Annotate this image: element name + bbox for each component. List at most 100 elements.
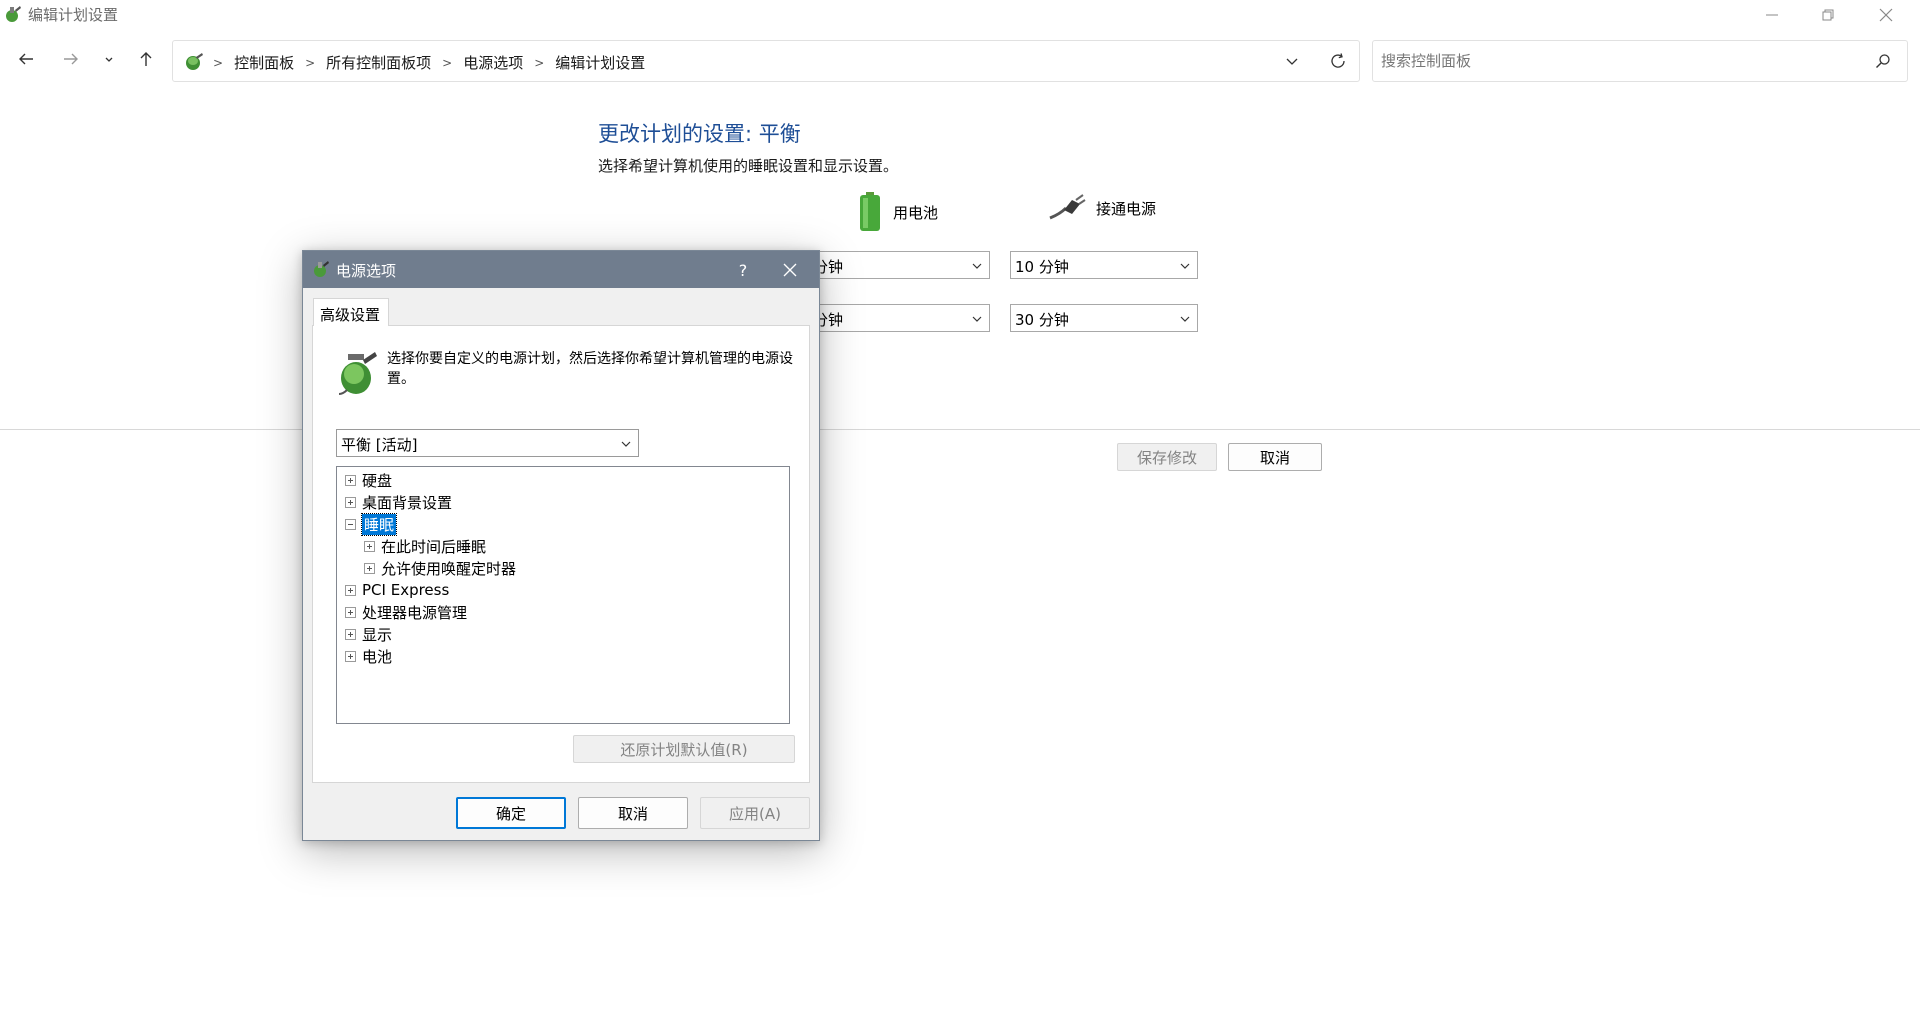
control-panel-icon (186, 53, 203, 70)
expand-icon[interactable] (345, 496, 356, 508)
tree-item-label: PCI Express (362, 581, 450, 599)
ok-button[interactable]: 确定 (456, 797, 566, 829)
dialog-title: 电源选项 (336, 262, 397, 280)
search-input[interactable] (1381, 50, 1861, 72)
power-plan-select[interactable]: 平衡 [活动] (336, 429, 639, 457)
close-icon (1879, 8, 1893, 22)
divider (0, 429, 1920, 430)
expand-icon[interactable] (345, 606, 356, 618)
select-value: 30 分钟 (1015, 311, 1069, 329)
breadcrumb-control-panel[interactable]: 控制面板 (234, 52, 294, 73)
cancel-button[interactable]: 取消 (1228, 443, 1322, 471)
tree-item-processor-power[interactable]: 处理器电源管理 (337, 601, 789, 623)
restore-button[interactable] (1800, 0, 1856, 30)
up-button[interactable] (133, 46, 159, 72)
dialog-title-bar[interactable]: 电源选项 ? (303, 251, 819, 288)
breadcrumb-separator: > (534, 55, 545, 70)
panel-description: 选择你要自定义的电源计划，然后选择你希望计算机管理的电源设置。 (387, 351, 793, 387)
expand-icon[interactable] (345, 650, 356, 662)
battery-icon (860, 192, 880, 231)
tree-item-label: 允许使用唤醒定时器 (381, 559, 517, 578)
tree-item-label: 睡眠 (360, 512, 398, 536)
expand-icon[interactable] (345, 474, 356, 486)
search-icon[interactable] (1875, 53, 1891, 69)
breadcrumb-separator: > (442, 55, 453, 70)
plugged-column-label: 接通电源 (1096, 199, 1157, 218)
close-icon (783, 263, 797, 277)
dialog-cancel-button[interactable]: 取消 (578, 797, 688, 829)
chevron-down-icon (1180, 316, 1190, 322)
tree-item-label: 处理器电源管理 (362, 603, 468, 622)
recent-locations-button[interactable] (96, 46, 122, 72)
sleep-plugged-select[interactable]: 30 分钟 (1010, 304, 1198, 332)
page-title: 更改计划的设置: 平衡 (598, 122, 801, 146)
chevron-down-icon (621, 441, 631, 447)
forward-button[interactable] (58, 46, 84, 72)
save-changes-button[interactable]: 保存修改 (1117, 443, 1217, 471)
display-off-battery-select[interactable]: 分钟 (808, 251, 990, 279)
arrow-right-icon (64, 53, 78, 65)
arrow-up-icon (140, 52, 152, 66)
breadcrumb-all-items[interactable]: 所有控制面板项 (326, 52, 431, 73)
control-panel-window: 编辑计划设置 > 控制面板 > 所有控制面板项 > 电源选项 > 编辑计划设置 … (0, 0, 1920, 1020)
tree-item-label: 电池 (362, 647, 393, 666)
breadcrumb-edit-plan[interactable]: 编辑计划设置 (555, 52, 645, 73)
expand-icon[interactable] (364, 540, 375, 552)
address-bar[interactable]: > 控制面板 > 所有控制面板项 > 电源选项 > 编辑计划设置 (172, 40, 1360, 82)
power-options-icon (314, 261, 329, 277)
back-button[interactable] (13, 46, 39, 72)
help-button[interactable]: ? (723, 256, 763, 284)
breadcrumb-separator: > (305, 55, 316, 70)
title-bar: 编辑计划设置 (0, 0, 1920, 30)
tab-advanced-settings[interactable]: 高级设置 (313, 298, 389, 326)
chevron-down-icon (972, 316, 982, 322)
expand-icon[interactable] (345, 584, 356, 596)
power-options-dialog: 电源选项 ? 高级设置 选择你要自定义的电源计划，然后选择你希望计算机管理的电源… (302, 250, 820, 841)
breadcrumb-power-options[interactable]: 电源选项 (463, 52, 523, 73)
advanced-settings-panel: 选择你要自定义的电源计划，然后选择你希望计算机管理的电源设置。 平衡 [活动] … (312, 325, 810, 783)
restore-defaults-button[interactable]: 还原计划默认值(R) (573, 735, 795, 763)
chevron-down-icon (972, 263, 982, 269)
plugged-column-header: 接通电源 (1046, 192, 1156, 224)
tree-item-label: 显示 (362, 625, 393, 644)
power-plug-icon (1049, 194, 1086, 220)
search-box[interactable] (1372, 40, 1908, 82)
battery-column-label: 用电池 (893, 203, 939, 222)
tree-item-wake-timers[interactable]: 允许使用唤醒定时器 (337, 557, 789, 579)
settings-tree[interactable]: 硬盘 桌面背景设置 睡眠 在此时间后睡眠 允许使用唤醒定时器 PCI Expre… (336, 466, 790, 724)
tree-item-hard-disk[interactable]: 硬盘 (337, 469, 789, 491)
apply-button[interactable]: 应用(A) (700, 797, 810, 829)
expand-icon[interactable] (345, 628, 356, 640)
chevron-down-icon (1180, 263, 1190, 269)
collapse-icon[interactable] (345, 518, 356, 530)
tree-item-display[interactable]: 显示 (337, 623, 789, 645)
select-value: 平衡 [活动] (341, 436, 418, 454)
sleep-battery-select[interactable]: 分钟 (808, 304, 990, 332)
breadcrumb-separator: > (213, 55, 224, 70)
expand-icon[interactable] (364, 562, 375, 574)
refresh-icon[interactable] (1329, 52, 1347, 70)
tree-item-desktop-background[interactable]: 桌面背景设置 (337, 491, 789, 513)
chevron-down-icon (105, 57, 113, 62)
close-button[interactable] (1858, 0, 1914, 30)
address-dropdown-icon[interactable] (1283, 52, 1301, 70)
breadcrumb: > 控制面板 > 所有控制面板项 > 电源选项 > 编辑计划设置 (213, 52, 645, 73)
window-title: 编辑计划设置 (28, 6, 119, 24)
tree-item-sleep-after[interactable]: 在此时间后睡眠 (337, 535, 789, 557)
tree-item-sleep[interactable]: 睡眠 (337, 512, 789, 536)
tree-item-label: 桌面背景设置 (362, 493, 453, 512)
battery-plug-icon (338, 352, 377, 395)
minimize-icon (1766, 14, 1778, 16)
restore-icon (1822, 9, 1834, 21)
display-off-plugged-select[interactable]: 10 分钟 (1010, 251, 1198, 279)
dialog-close-button[interactable] (765, 255, 815, 285)
tree-item-battery[interactable]: 电池 (337, 645, 789, 667)
tree-item-label: 硬盘 (362, 471, 393, 490)
select-value: 10 分钟 (1015, 258, 1069, 276)
power-options-icon (6, 6, 21, 22)
tree-item-pci-express[interactable]: PCI Express (337, 579, 789, 601)
arrow-left-icon (19, 53, 33, 65)
minimize-button[interactable] (1744, 0, 1800, 30)
tree-item-label: 在此时间后睡眠 (381, 537, 487, 556)
battery-column-header: 用电池 (857, 192, 938, 232)
